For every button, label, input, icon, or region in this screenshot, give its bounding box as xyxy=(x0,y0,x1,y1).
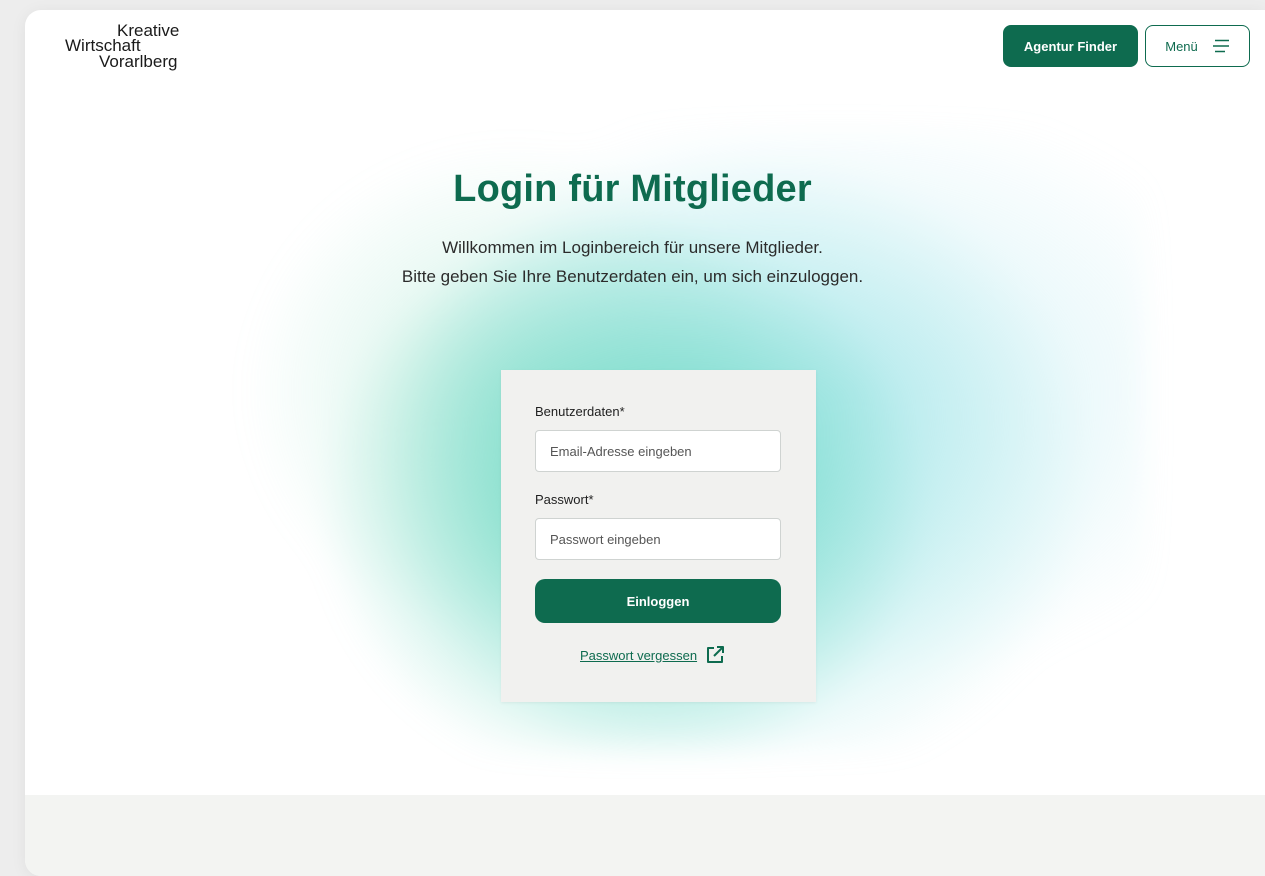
password-label: Passwort* xyxy=(535,492,594,507)
forgot-password-label: Passwort vergessen xyxy=(580,647,698,663)
menu-label: Menü xyxy=(1165,38,1198,54)
subtitle-line-1: Willkommen im Loginbereich für unsere Mi… xyxy=(442,238,823,257)
subtitle-line-2: Bitte geben Sie Ihre Benutzerdaten ein, … xyxy=(401,267,864,286)
agentur-finder-button[interactable]: Agentur Finder xyxy=(1003,25,1138,67)
login-button[interactable]: Einloggen xyxy=(535,579,781,623)
logo-line-2: Wirtschaft xyxy=(65,36,141,55)
page-container: Kreative Wirtschaft Vorarlberg Agentur F… xyxy=(25,10,1265,876)
password-field[interactable] xyxy=(535,518,781,560)
email-field[interactable] xyxy=(535,430,781,472)
external-link-icon xyxy=(705,645,725,665)
forgot-password-link[interactable]: Passwort vergessen xyxy=(580,645,725,665)
menu-button[interactable]: Menü xyxy=(1145,25,1250,67)
username-label: Benutzerdaten* xyxy=(535,404,625,419)
logo[interactable]: Kreative Wirtschaft Vorarlberg xyxy=(65,17,205,77)
hamburger-icon xyxy=(1212,39,1230,53)
login-card: Benutzerdaten* Passwort* Einloggen Passw… xyxy=(501,370,816,702)
page-title: Login für Mitglieder xyxy=(453,168,812,210)
footer-band xyxy=(25,795,1265,876)
logo-line-3: Vorarlberg xyxy=(99,52,178,71)
